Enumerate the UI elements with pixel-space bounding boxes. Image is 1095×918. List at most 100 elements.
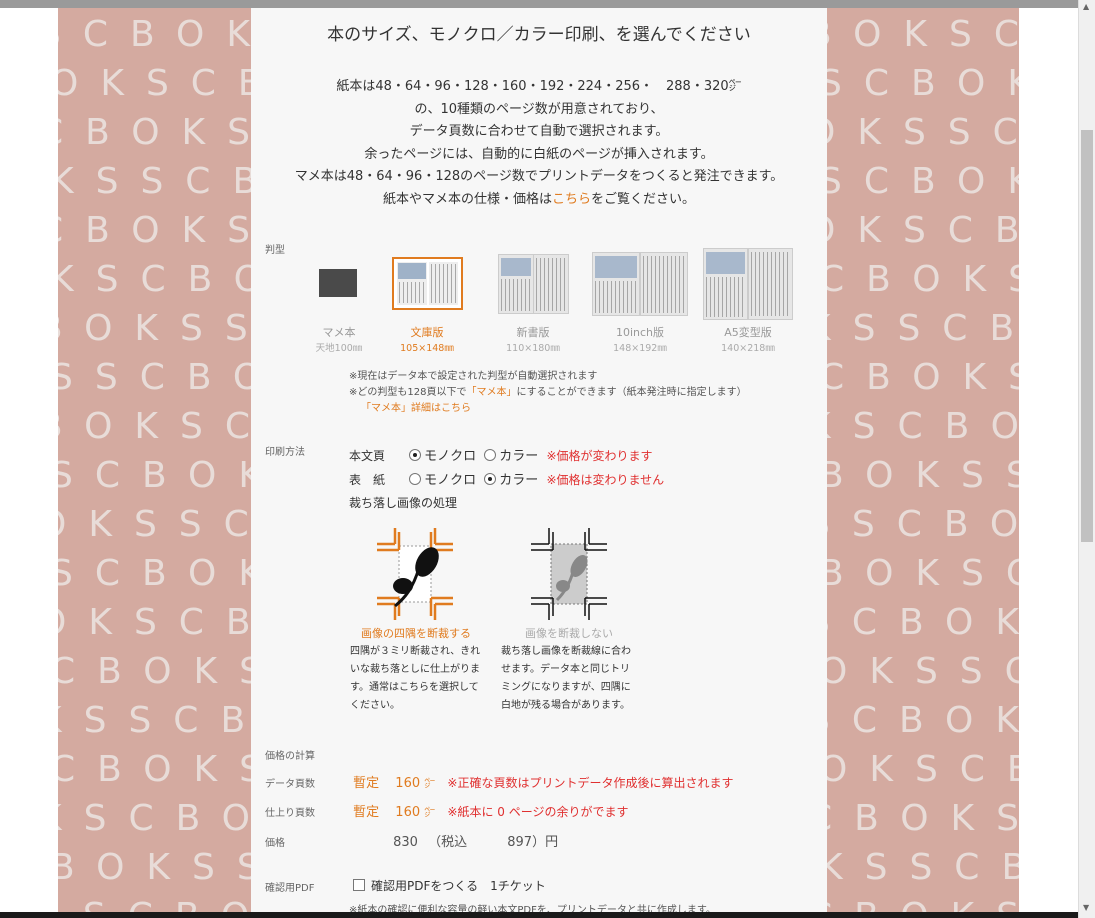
bleed-trim-desc-line: ください。 <box>350 700 400 711</box>
cover-price-note: ※価格は変わりません <box>546 473 665 487</box>
size-thumb-mame[interactable] <box>319 269 357 297</box>
pattern-letters: KSSCBOKSCB <box>58 700 251 741</box>
intro-line: マメ本は48・64・96・128のページ数でプリントデータをつくると発注できます… <box>294 169 784 184</box>
bleed-title: 裁ち落し画像の処理 <box>349 496 458 510</box>
body-print-label: 本文頁 <box>349 449 386 463</box>
size-option-shinsho[interactable]: 新書版 110×180㎜ <box>493 324 573 354</box>
data-pages-value: 160 <box>395 776 421 791</box>
pattern-letters: SCBOKSCBOK <box>827 700 1019 741</box>
mame-link[interactable]: 「マメ本」 <box>466 387 516 398</box>
pattern-letters: CBOKSSCBOK <box>827 259 1019 300</box>
vertical-scrollbar[interactable]: ▲ ▼ <box>1078 0 1095 918</box>
size-thumb-shinsho[interactable] <box>498 254 569 314</box>
size-thumb-10inch[interactable] <box>592 252 688 316</box>
pattern-letters: BOKSSCBOKS <box>58 308 251 349</box>
window-top-bar <box>0 0 1078 8</box>
pattern-letters: OKSCBOKSSC <box>827 210 1019 251</box>
bleed-notrim-desc: 裁ち落し画像を断裁線に合わ せます。データ本と同じトリ ミングになりますが、四隅… <box>501 643 631 715</box>
pdf-checkbox[interactable] <box>353 879 365 891</box>
size-option-mame[interactable]: マメ本 天地100㎜ <box>299 324 379 354</box>
pattern-letters: KSCBOKSSCB <box>58 798 251 839</box>
pattern-letters: CBOKSSCBOK <box>58 112 251 153</box>
pattern-letters: SSCBOKSCBO <box>58 357 251 398</box>
size-section-label: 判型 <box>265 245 285 256</box>
pattern-letters: BOKSCBOKSS <box>827 553 1019 594</box>
body-mono-label[interactable]: モノクロ <box>424 449 476 464</box>
size-option-dim: 105×148㎜ <box>400 343 454 354</box>
scroll-down-arrow-icon[interactable]: ▼ <box>1083 903 1089 912</box>
final-pages-note: ※紙本に 0 ページの余りがでます <box>447 805 629 819</box>
left-pattern-panel: SCBOKSCBOK OKSCBOKSSC CBOKSSCBOK KSSCBOKSCB… <box>58 8 251 912</box>
final-pages-unit: ㌻ <box>424 806 436 819</box>
body-color-radio[interactable] <box>484 449 497 461</box>
pattern-letters: KSSCBOKSCB <box>58 161 251 202</box>
pattern-letters: CBOKSCBOKS <box>58 749 251 790</box>
pattern-letters: KSCBOKSSCB <box>58 259 251 300</box>
scroll-up-arrow-icon[interactable]: ▲ <box>1083 2 1089 11</box>
body-mono-radio[interactable] <box>409 449 422 461</box>
pattern-letters: OKSSCBOKSC <box>58 504 251 545</box>
data-pages-unit: ㌻ <box>424 777 436 790</box>
size-note-mame-pre: ※どの判型も128頁以下で <box>349 387 467 398</box>
pattern-letters: CBOKSSCBOK <box>58 651 251 692</box>
pattern-letters: BOKSSCBOKS <box>827 455 1019 496</box>
print-section-label: 印刷方法 <box>265 447 305 458</box>
size-option-dim: 140×218㎜ <box>721 343 775 354</box>
size-note-auto: ※現在はデータ本で設定された判型が自動選択されます <box>349 371 598 382</box>
pattern-letters: SCBOKSSCBO <box>58 455 251 496</box>
cover-color-radio[interactable] <box>484 473 497 485</box>
size-note-mame: ※どの判型も128頁以下で「マメ本」にすることができます（紙本発注時に指定します… <box>349 383 747 398</box>
spec-price-link[interactable]: こちら <box>552 192 591 207</box>
pattern-letters: KSSCBOKSCB <box>827 308 1019 349</box>
pattern-letters: KSCBOKSSCB <box>827 406 1019 447</box>
pattern-letters: SCBOKSSCBO <box>827 63 1019 104</box>
pattern-letters: SSCBOKSCBO <box>58 896 251 912</box>
data-pages-note: ※正確な頁数はプリントデータ作成後に算出されます <box>447 776 734 790</box>
intro-line: の、10種類のページ数が用意されており、 <box>414 101 664 117</box>
bleed-notrim-desc-line: ミングになりますが、四隅に <box>501 682 631 693</box>
size-option-10inch[interactable]: 10inch版 148×192㎜ <box>597 324 683 354</box>
mame-detail-link[interactable]: 「マメ本」詳細はこちら <box>361 399 471 414</box>
bleed-trim-desc-line: す。通常はこちらを選択して <box>350 682 479 693</box>
bleed-trim-icon[interactable] <box>375 528 455 620</box>
pdf-section-label: 確認用PDF <box>265 883 315 894</box>
price-row: 価格 830 （税込 897）円 <box>265 831 558 850</box>
pattern-letters: SCBOKSCBOK <box>827 161 1019 202</box>
pattern-letters: BOKSCBOKSS <box>58 406 251 447</box>
pdf-checkbox-row[interactable]: 確認用PDFをつくる 1チケット <box>353 877 546 894</box>
page-heading: 本のサイズ、モノクロ／カラー印刷、を選んでください <box>327 25 751 45</box>
size-option-name: 文庫版 <box>410 326 444 339</box>
pattern-letters: KSSCBOKSCB <box>827 847 1019 888</box>
bleed-notrim-icon[interactable] <box>529 528 609 620</box>
pattern-letters: SCBOKSSCBO <box>827 602 1019 643</box>
main-content: 本のサイズ、モノクロ／カラー印刷、を選んでください 紙本は48・64・96・12… <box>251 8 827 912</box>
scrollbar-thumb[interactable] <box>1081 130 1093 542</box>
pdf-checkbox-label[interactable]: 確認用PDFをつくる 1チケット <box>371 879 546 893</box>
pattern-letters: OKSSCBOKSC <box>827 112 1019 153</box>
pattern-letters: OKSCBOKSSC <box>827 749 1019 790</box>
size-option-name: 10inch版 <box>615 326 665 339</box>
window-bottom-bar <box>0 912 1078 918</box>
body-color-label[interactable]: カラー <box>499 449 538 464</box>
bleed-notrim-option[interactable]: 画像を断裁しない <box>509 625 629 641</box>
bleed-trim-option[interactable]: 画像の四隅を断裁する <box>351 625 481 641</box>
cover-print-label: 表 紙 <box>349 473 386 487</box>
size-thumb-a5[interactable] <box>703 248 793 320</box>
size-thumb-bunko[interactable] <box>392 257 463 310</box>
pattern-letters: BOKSCBOKSS <box>827 14 1019 55</box>
pattern-letters: CBOKSCBOKS <box>58 210 251 251</box>
size-option-a5[interactable]: A5変型版 140×218㎜ <box>703 324 793 354</box>
pattern-letters: SCBOKSCBOK <box>58 553 251 594</box>
size-note-mame-post: にすることができます（紙本発注時に指定します） <box>516 387 747 398</box>
bleed-notrim-desc-line: せます。データ本と同じトリ <box>501 664 630 675</box>
bleed-notrim-desc-line: 裁ち落し画像を断裁線に合わ <box>501 646 631 657</box>
size-option-dim: 110×180㎜ <box>506 343 560 354</box>
pattern-letters: SSCBOKSCBO <box>827 504 1019 545</box>
cover-mono-radio[interactable] <box>409 473 422 485</box>
cover-mono-label[interactable]: モノクロ <box>424 473 476 488</box>
size-option-bunko[interactable]: 文庫版 105×148㎜ <box>387 324 467 354</box>
cover-color-label[interactable]: カラー <box>499 473 538 488</box>
pattern-letters: OKSCBOKSSC <box>58 602 251 643</box>
data-pages-label: データ頁数 <box>265 779 315 790</box>
intro-line: 紙本やマメ本の仕様・価格はこちらをご覧ください。 <box>251 189 827 212</box>
